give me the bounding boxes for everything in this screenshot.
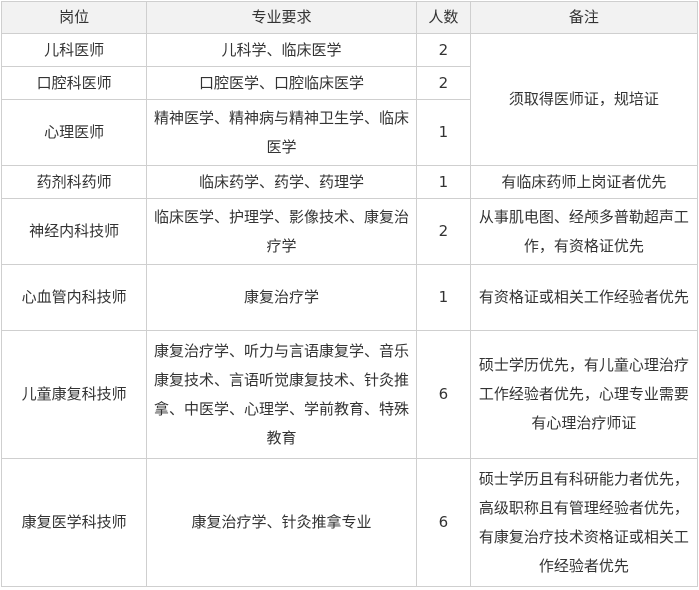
cell-major: 康复治疗学、针灸推拿专业 [146, 458, 417, 587]
cell-note: 有资格证或相关工作经验者优先 [469, 264, 699, 331]
cell-count: 1 [415, 99, 471, 166]
cell-major: 康复治疗学 [146, 264, 417, 331]
cell-count: 2 [415, 66, 471, 100]
header-major: 专业要求 [146, 1, 417, 34]
cell-major: 临床药学、药学、药理学 [146, 165, 417, 199]
cell-note: 硕士学历优先，有儿童心理治疗工作经验者优先，心理专业需要有心理治疗师证 [469, 330, 699, 459]
cell-position: 心血管内科技师 [0, 264, 148, 331]
table-row: 儿科医师 儿科学、临床医学 2 须取得医师证，规培证 [0, 33, 699, 166]
cell-count: 2 [415, 33, 471, 67]
cell-major: 临床医学、护理学、影像技术、康复治疗学 [146, 198, 417, 265]
recruitment-table: 岗位 专业要求 人数 备注 儿科医师 儿科学、临床医学 2 须取得医师证，规培证… [0, 1, 699, 587]
cell-note-merged: 须取得医师证，规培证 [469, 33, 699, 166]
cell-count: 6 [415, 458, 471, 587]
cell-major: 康复治疗学、听力与言语康复学、音乐康复技术、言语听觉康复技术、针灸推拿、中医学、… [146, 330, 417, 459]
cell-major: 儿科学、临床医学 [146, 33, 417, 67]
table-row: 康复医学科技师 康复治疗学、针灸推拿专业 6 硕士学历且有科研能力者优先，高级职… [0, 458, 699, 587]
cell-position: 康复医学科技师 [0, 458, 148, 587]
cell-count: 2 [415, 198, 471, 265]
cell-major: 口腔医学、口腔临床医学 [146, 66, 417, 100]
cell-position: 儿科医师 [0, 33, 148, 67]
cell-note: 从事肌电图、经颅多普勒超声工作，有资格证优先 [469, 198, 699, 265]
cell-note: 有临床药师上岗证者优先 [469, 165, 699, 199]
cell-position: 药剂科药师 [0, 165, 148, 199]
table-row: 药剂科药师 临床药学、药学、药理学 1 有临床药师上岗证者优先 [0, 165, 699, 199]
header-note: 备注 [469, 1, 699, 34]
table-row: 心血管内科技师 康复治疗学 1 有资格证或相关工作经验者优先 [0, 264, 699, 331]
cell-position: 儿童康复科技师 [0, 330, 148, 459]
header-count: 人数 [415, 1, 471, 34]
header-position: 岗位 [0, 1, 148, 34]
cell-count: 1 [415, 165, 471, 199]
cell-position: 心理医师 [0, 99, 148, 166]
cell-major: 精神医学、精神病与精神卫生学、临床医学 [146, 99, 417, 166]
cell-count: 6 [415, 330, 471, 459]
table-row: 儿童康复科技师 康复治疗学、听力与言语康复学、音乐康复技术、言语听觉康复技术、针… [0, 330, 699, 459]
cell-count: 1 [415, 264, 471, 331]
table-header-row: 岗位 专业要求 人数 备注 [0, 1, 699, 34]
table-row: 神经内科技师 临床医学、护理学、影像技术、康复治疗学 2 从事肌电图、经颅多普勒… [0, 198, 699, 265]
cell-position: 口腔科医师 [0, 66, 148, 100]
cell-position: 神经内科技师 [0, 198, 148, 265]
cell-note: 硕士学历且有科研能力者优先，高级职称且有管理经验者优先，有康复治疗技术资格证或相… [469, 458, 699, 587]
